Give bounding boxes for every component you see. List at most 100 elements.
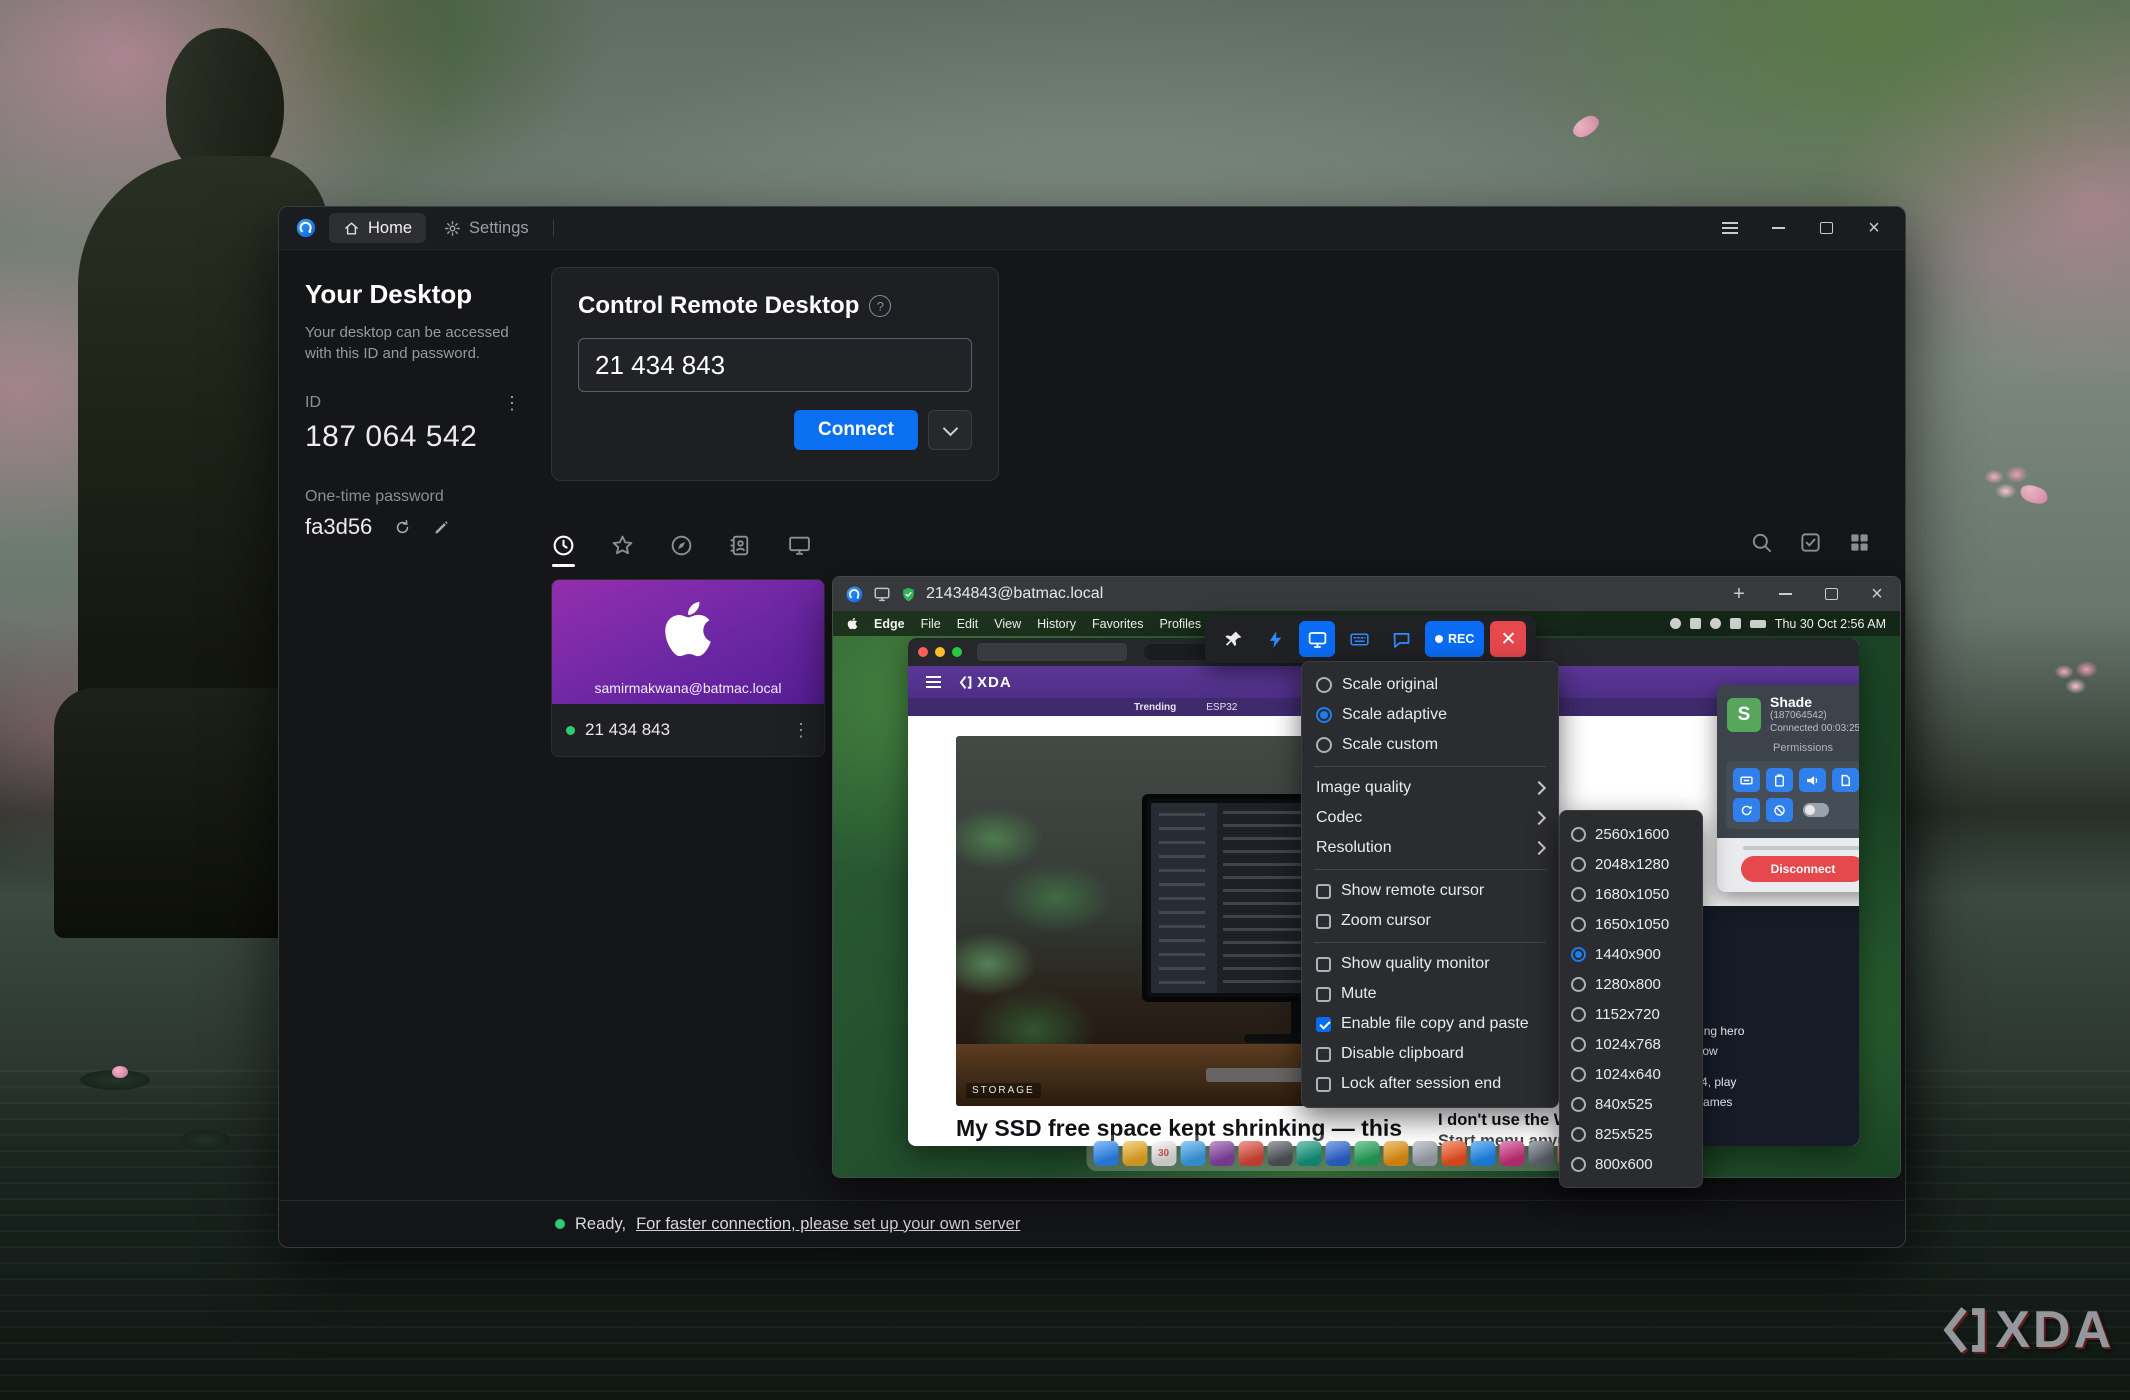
close-button[interactable]: × xyxy=(1863,217,1885,239)
menubar-item[interactable]: History xyxy=(1037,617,1076,631)
peer-select-button[interactable] xyxy=(1799,531,1822,559)
search-button[interactable] xyxy=(1750,531,1773,559)
tab-group[interactable] xyxy=(787,533,812,558)
actions-button[interactable] xyxy=(1257,621,1293,657)
dock-app-icon[interactable] xyxy=(1209,1141,1234,1166)
menu-item-disable-clipboard[interactable]: Disable clipboard xyxy=(1302,1039,1558,1069)
menubar-item[interactable]: File xyxy=(921,617,941,631)
dock-app-icon[interactable] xyxy=(1122,1141,1147,1166)
tab-settings[interactable]: Settings xyxy=(430,213,543,243)
dock-app-icon[interactable] xyxy=(1325,1141,1350,1166)
resolution-option-825x525[interactable]: 825x525 xyxy=(1560,1119,1702,1149)
app-menu-button[interactable] xyxy=(1719,217,1741,239)
display-settings-button[interactable] xyxy=(1299,621,1335,657)
nav-item[interactable]: ESP32 xyxy=(1206,702,1237,713)
menu-item-enable-file-copy-paste[interactable]: Enable file copy and paste xyxy=(1302,1009,1558,1039)
peer-menu-button[interactable]: ⋮ xyxy=(792,721,810,739)
setup-server-link[interactable]: For faster connection, please set up you… xyxy=(636,1215,1020,1234)
xda-menu-button[interactable] xyxy=(926,681,941,683)
permission-toggle[interactable] xyxy=(1803,803,1829,817)
resolution-option-1680x1050[interactable]: 1680x1050 xyxy=(1560,879,1702,909)
dock-app-icon[interactable] xyxy=(1499,1141,1524,1166)
record-button[interactable]: REC xyxy=(1425,621,1484,657)
tab-favorites[interactable] xyxy=(610,533,635,558)
menu-item-codec[interactable]: Codec xyxy=(1302,803,1558,833)
resolution-option-1152x720[interactable]: 1152x720 xyxy=(1560,999,1702,1029)
view-toggle-button[interactable] xyxy=(1848,531,1871,559)
close-session-button[interactable]: ✕ xyxy=(1490,621,1526,657)
remote-maximize-button[interactable] xyxy=(1820,583,1842,605)
peer-card[interactable]: samirmakwana@batmac.local 21 434 843 ⋮ xyxy=(551,579,825,757)
browser-tab[interactable] xyxy=(977,643,1127,661)
traffic-light-minimize[interactable] xyxy=(935,647,945,657)
dock-app-icon[interactable] xyxy=(1180,1141,1205,1166)
dock-app-icon[interactable] xyxy=(1267,1141,1292,1166)
menu-item-zoom-cursor[interactable]: Zoom cursor xyxy=(1302,906,1558,936)
menubar-item[interactable]: Favorites xyxy=(1092,617,1143,631)
menu-item-scale-custom[interactable]: Scale custom xyxy=(1302,730,1558,760)
resolution-option-840x525[interactable]: 840x525 xyxy=(1560,1089,1702,1119)
dock-app-icon[interactable] xyxy=(1296,1141,1321,1166)
menu-item-scale-adaptive[interactable]: Scale adaptive xyxy=(1302,700,1558,730)
menu-item-image-quality[interactable]: Image quality xyxy=(1302,773,1558,803)
resolution-option-1440x900[interactable]: 1440x900 xyxy=(1560,939,1702,969)
resolution-option-2048x1280[interactable]: 2048x1280 xyxy=(1560,849,1702,879)
connect-options-button[interactable] xyxy=(928,410,972,450)
dock-app-icon[interactable] xyxy=(1354,1141,1379,1166)
permission-keyboard-button[interactable] xyxy=(1733,768,1760,792)
menu-item-resolution[interactable]: Resolution xyxy=(1302,833,1558,863)
menubar-item[interactable]: Profiles xyxy=(1159,617,1201,631)
minimize-button[interactable] xyxy=(1767,217,1789,239)
refresh-password-button[interactable] xyxy=(394,519,411,536)
traffic-light-close[interactable] xyxy=(918,647,928,657)
dock-app-icon[interactable] xyxy=(1528,1141,1553,1166)
resolution-option-1024x768[interactable]: 1024x768 xyxy=(1560,1029,1702,1059)
tab-home[interactable]: Home xyxy=(329,213,426,243)
resolution-option-1650x1050[interactable]: 1650x1050 xyxy=(1560,909,1702,939)
maximize-button[interactable] xyxy=(1815,217,1837,239)
apple-menu-icon[interactable] xyxy=(847,617,858,630)
traffic-light-zoom[interactable] xyxy=(952,647,962,657)
tab-address-book[interactable] xyxy=(728,533,753,558)
edit-password-button[interactable] xyxy=(433,519,450,536)
id-menu-button[interactable]: ⋮ xyxy=(503,394,521,412)
tab-discovered[interactable] xyxy=(669,533,694,558)
dock-app-icon[interactable] xyxy=(1238,1141,1263,1166)
chat-button[interactable] xyxy=(1383,621,1419,657)
remote-id-input[interactable] xyxy=(578,338,972,392)
dock-app-icon[interactable] xyxy=(1093,1141,1118,1166)
dock-app-icon[interactable] xyxy=(1412,1141,1437,1166)
permission-clipboard-button[interactable] xyxy=(1766,768,1793,792)
xda-logo[interactable]: XDA xyxy=(959,674,1012,691)
disconnect-button[interactable]: Disconnect xyxy=(1741,856,1859,882)
menu-item-lock-after-session-end[interactable]: Lock after session end xyxy=(1302,1069,1558,1099)
remote-close-button[interactable]: × xyxy=(1866,583,1888,605)
permission-block-input-button[interactable] xyxy=(1766,798,1793,822)
pin-toolbar-button[interactable] xyxy=(1215,621,1251,657)
permission-restart-button[interactable] xyxy=(1733,798,1760,822)
connect-button[interactable]: Connect xyxy=(794,410,918,450)
remote-titlebar[interactable]: 21434843@batmac.local + × xyxy=(833,577,1900,611)
tab-recent-sessions[interactable] xyxy=(551,533,576,558)
keyboard-mode-button[interactable] xyxy=(1341,621,1377,657)
permission-audio-button[interactable] xyxy=(1799,768,1826,792)
dock-app-icon[interactable] xyxy=(1441,1141,1466,1166)
menubar-item[interactable]: View xyxy=(994,617,1021,631)
remote-minimize-button[interactable] xyxy=(1774,583,1796,605)
resolution-option-1024x640[interactable]: 1024x640 xyxy=(1560,1059,1702,1089)
resolution-option-2560x1600[interactable]: 2560x1600 xyxy=(1560,819,1702,849)
new-tab-button[interactable]: + xyxy=(1728,583,1750,605)
nav-trending[interactable]: Trending xyxy=(1134,702,1176,713)
resolution-option-1280x800[interactable]: 1280x800 xyxy=(1560,969,1702,999)
menu-item-scale-original[interactable]: Scale original xyxy=(1302,670,1558,700)
resolution-option-800x600[interactable]: 800x600 xyxy=(1560,1149,1702,1179)
menu-item-show-quality-monitor[interactable]: Show quality monitor xyxy=(1302,949,1558,979)
main-titlebar[interactable]: Home Settings × xyxy=(279,207,1905,250)
dock-app-icon[interactable]: 30 xyxy=(1151,1141,1176,1166)
dock-app-icon[interactable] xyxy=(1470,1141,1495,1166)
permission-file-button[interactable] xyxy=(1832,768,1859,792)
menubar-item[interactable]: Edge xyxy=(874,617,905,631)
menu-item-show-remote-cursor[interactable]: Show remote cursor xyxy=(1302,876,1558,906)
help-icon[interactable]: ? xyxy=(869,295,891,317)
dock-app-icon[interactable] xyxy=(1383,1141,1408,1166)
